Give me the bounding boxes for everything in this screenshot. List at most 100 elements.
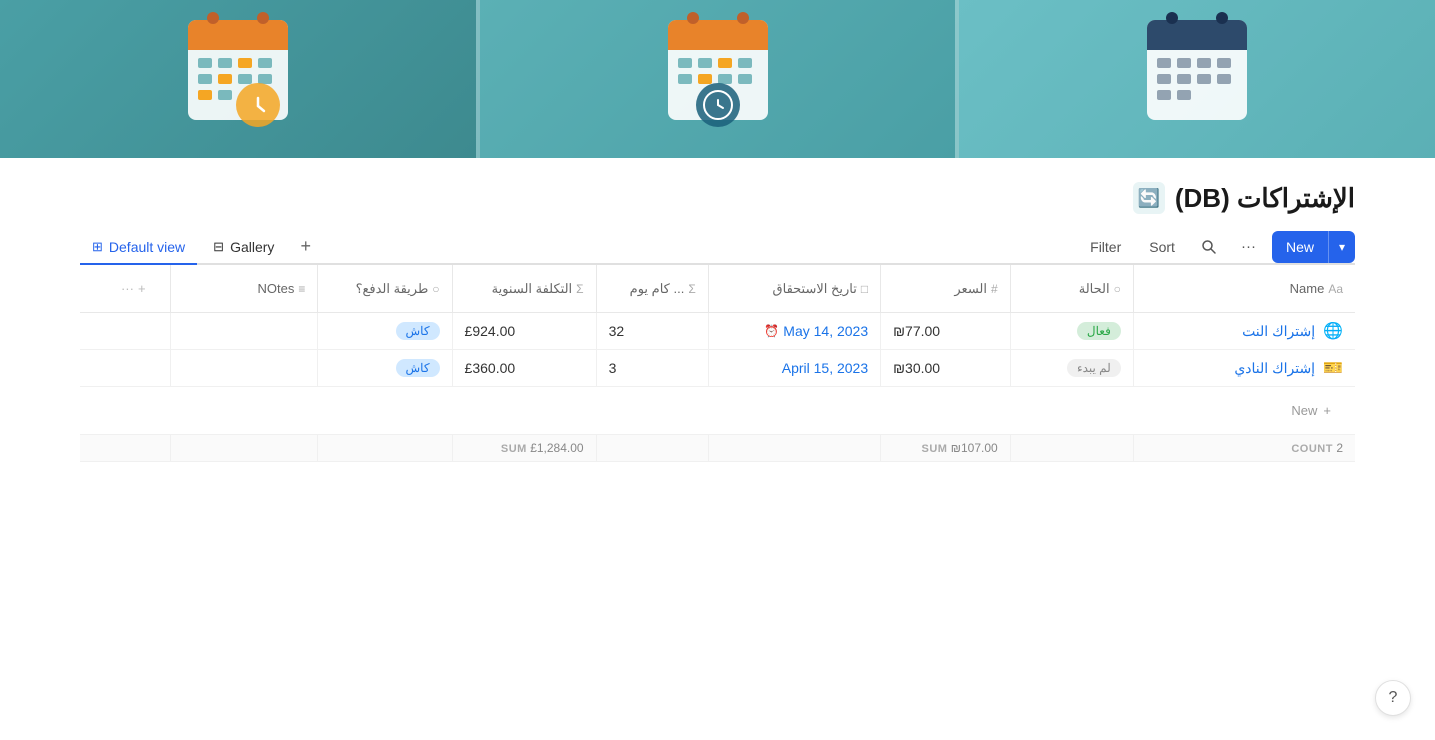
tab-default-view[interactable]: ⊞ Default view <box>80 231 197 265</box>
more-options-icon: ··· <box>1241 238 1256 255</box>
col-type-days-icon: Σ <box>688 282 695 296</box>
add-row-row: + New <box>80 387 1355 435</box>
col-type-annual-icon: Σ <box>576 282 583 296</box>
banner <box>0 0 1435 158</box>
row1-date: May 14, 2023 <box>783 323 868 339</box>
toolbar-views: ⊞ Default view ⊟ Gallery + <box>80 230 321 263</box>
row2-status-cell[interactable]: لم يبدء <box>1010 350 1133 387</box>
search-button[interactable] <box>1193 233 1225 261</box>
page-title-row: الإشتراكات (DB) 🔄 <box>80 182 1355 214</box>
row2-payment-badge: كاش <box>396 359 440 377</box>
page-title-icon: 🔄 <box>1133 182 1165 214</box>
col-type-price-icon: # <box>991 282 998 296</box>
footer-days-cell <box>596 435 708 462</box>
col-header-annual[interactable]: Σ التكلفة السنوية <box>452 265 596 313</box>
row1-icon: 🌐 <box>1323 321 1343 341</box>
row2-status-badge: لم يبدء <box>1067 359 1121 377</box>
row2-price-cell: ₪30.00 <box>881 350 1011 387</box>
row2-price: ₪30.00 <box>893 360 940 376</box>
sum-price-label: SUM <box>921 443 947 455</box>
row1-alarm-icon: ⏰ <box>764 324 779 338</box>
col-type-name-icon: Aa <box>1328 282 1343 296</box>
col-header-status[interactable]: ○ الحالة <box>1010 265 1133 313</box>
footer-count-cell: COUNT 2 <box>1133 435 1355 462</box>
row1-days: 32 <box>609 323 625 339</box>
footer-notes-cell <box>170 435 318 462</box>
row1-notes-cell <box>170 313 318 350</box>
footer-status-cell <box>1010 435 1133 462</box>
tab-default-view-label: Default view <box>109 239 185 255</box>
row2-name: إشتراك النادي <box>1234 360 1315 377</box>
col-header-payment-label: طريقة الدفع؟ <box>356 281 429 297</box>
summary-row: COUNT 2 SUM ₪107.00 SUM £1,284.00 <box>80 435 1355 462</box>
col-type-notes-icon: ≡ <box>298 282 305 296</box>
count-value: 2 <box>1336 441 1343 455</box>
row1-name-cell[interactable]: 🌐 إشتراك النت <box>1133 313 1355 350</box>
col-header-add[interactable]: + ··· <box>80 265 170 313</box>
row2-date-cell[interactable]: April 15, 2023 <box>708 350 880 387</box>
row1-price: ₪77.00 <box>893 323 940 339</box>
row1-annual-cell: £924.00 <box>452 313 596 350</box>
col-header-date-label: تاريخ الاستحقاق <box>773 281 857 297</box>
add-row-button[interactable]: + New <box>92 395 1343 426</box>
add-view-button[interactable]: + <box>290 230 321 263</box>
footer-price-cell: SUM ₪107.00 <box>881 435 1011 462</box>
row2-annual-cell: £360.00 <box>452 350 596 387</box>
table-view-icon: ⊞ <box>92 239 103 255</box>
count-label: COUNT <box>1291 443 1333 455</box>
add-column-icon[interactable]: + <box>138 281 146 296</box>
row1-date-cell[interactable]: May 14, 2023 ⏰ <box>708 313 880 350</box>
footer-extra-cell <box>80 435 170 462</box>
row1-status-cell[interactable]: فعال <box>1010 313 1133 350</box>
new-button-label: New <box>1272 231 1329 263</box>
sort-button[interactable]: Sort <box>1139 233 1185 261</box>
col-header-price[interactable]: # السعر <box>881 265 1011 313</box>
column-options-icon[interactable]: ··· <box>121 281 134 296</box>
new-record-button[interactable]: New ▾ <box>1272 231 1355 263</box>
search-icon <box>1201 239 1217 255</box>
col-header-name[interactable]: Aa Name <box>1133 265 1355 313</box>
col-type-payment-icon: ○ <box>432 282 439 296</box>
row2-extra-cell <box>80 350 170 387</box>
gallery-view-icon: ⊟ <box>213 239 224 255</box>
new-button-arrow[interactable]: ▾ <box>1329 232 1355 262</box>
col-header-name-label: Name <box>1290 281 1325 296</box>
row2-days-cell: 3 <box>596 350 708 387</box>
col-header-date[interactable]: □ تاريخ الاستحقاق <box>708 265 880 313</box>
row2-date: April 15, 2023 <box>782 360 868 376</box>
toolbar: ⊞ Default view ⊟ Gallery + Filter Sort <box>80 230 1355 265</box>
row1-days-cell: 32 <box>596 313 708 350</box>
col-header-price-label: السعر <box>954 281 987 297</box>
add-row-cell: + New <box>80 387 1355 435</box>
row2-notes-cell <box>170 350 318 387</box>
footer-date-cell <box>708 435 880 462</box>
banner-middle <box>476 0 960 158</box>
filter-button[interactable]: Filter <box>1080 233 1131 261</box>
add-row-label: New <box>1291 403 1317 418</box>
row1-payment-badge: كاش <box>396 322 440 340</box>
row2-name-cell[interactable]: 🎫 إشتراك النادي <box>1133 350 1355 387</box>
row2-icon: 🎫 <box>1323 358 1343 378</box>
footer-annual-cell: SUM £1,284.00 <box>452 435 596 462</box>
toolbar-actions: Filter Sort ··· New ▾ <box>1080 231 1355 263</box>
col-header-payment[interactable]: ○ طريقة الدفع؟ <box>318 265 452 313</box>
row2-payment-cell[interactable]: كاش <box>318 350 452 387</box>
add-row-plus-icon: + <box>1323 403 1331 418</box>
table-row: 🌐 إشتراك النت فعال ₪77.00 May 14, 2023 ⏰ <box>80 313 1355 350</box>
more-options-button[interactable]: ··· <box>1233 232 1264 261</box>
tab-gallery-view[interactable]: ⊟ Gallery <box>201 231 286 265</box>
col-header-days[interactable]: Σ ... كام يوم <box>596 265 708 313</box>
row1-price-cell: ₪77.00 <box>881 313 1011 350</box>
col-header-annual-label: التكلفة السنوية <box>492 281 573 297</box>
row1-payment-cell[interactable]: كاش <box>318 313 452 350</box>
help-icon: ? <box>1389 689 1398 707</box>
sum-annual-label: SUM <box>501 443 527 455</box>
page-title: الإشتراكات (DB) <box>1175 183 1355 214</box>
tab-gallery-view-label: Gallery <box>230 239 274 255</box>
col-header-notes[interactable]: ≡ NOtes <box>170 265 318 313</box>
col-header-notes-label: NOtes <box>257 281 294 296</box>
row2-days: 3 <box>609 360 617 376</box>
sort-label: Sort <box>1149 239 1175 255</box>
col-header-days-label: ... كام يوم <box>630 281 685 297</box>
help-button[interactable]: ? <box>1375 680 1411 716</box>
